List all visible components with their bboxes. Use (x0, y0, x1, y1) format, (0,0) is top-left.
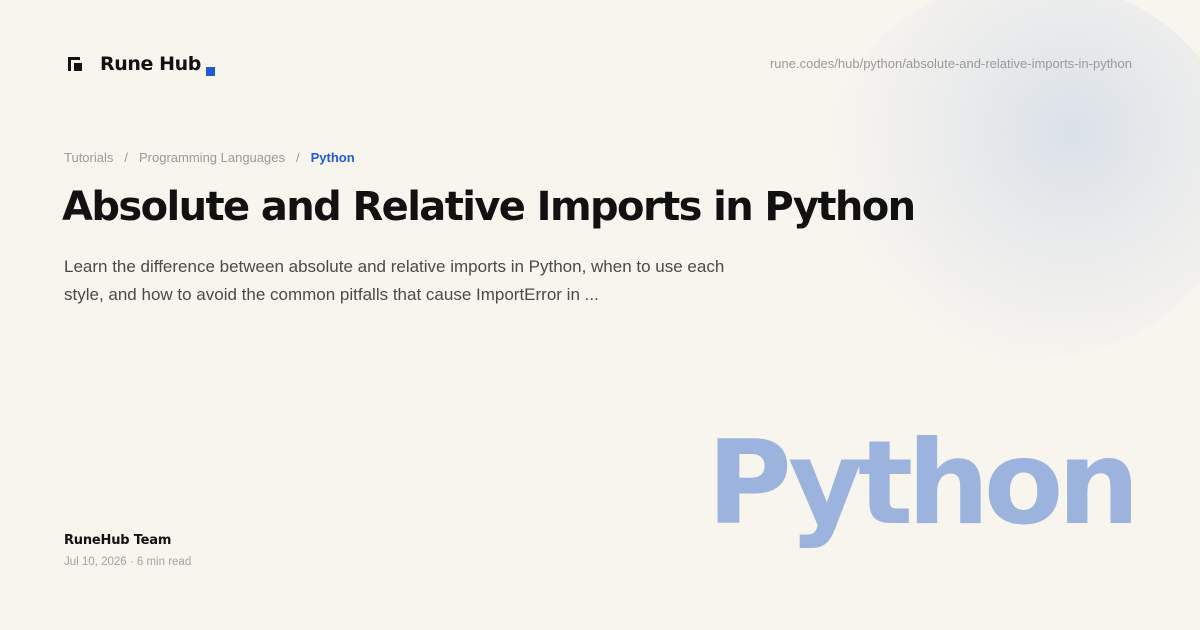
topic-word: Python (706, 416, 1140, 551)
breadcrumb-item-programming-languages[interactable]: Programming Languages (139, 150, 285, 165)
author-name: RuneHub Team (64, 533, 172, 548)
bracket-square-logo-icon (68, 57, 82, 71)
breadcrumb-item-tutorials[interactable]: Tutorials (64, 150, 113, 165)
article-title: Absolute and Relative Imports in Python (62, 184, 916, 230)
header: Rune Hub rune.codes/hub/python/absolute-… (64, 50, 1132, 78)
brand[interactable]: Rune Hub (64, 50, 216, 78)
article-summary: Learn the difference between absolute an… (64, 257, 725, 304)
breadcrumb: Tutorials / Programming Languages / Pyth… (64, 150, 355, 165)
article-meta: Jul 10, 2026 · 6 min read (64, 556, 192, 568)
breadcrumb-separator: / (295, 150, 300, 165)
page-url: rune.codes/hub/python/absolute-and-relat… (769, 56, 1132, 71)
brand-accent-dot (206, 66, 216, 76)
breadcrumb-item-current[interactable]: Python (311, 150, 355, 165)
breadcrumb-separator: / (124, 150, 128, 165)
brand-name: Rune Hub (100, 53, 202, 75)
